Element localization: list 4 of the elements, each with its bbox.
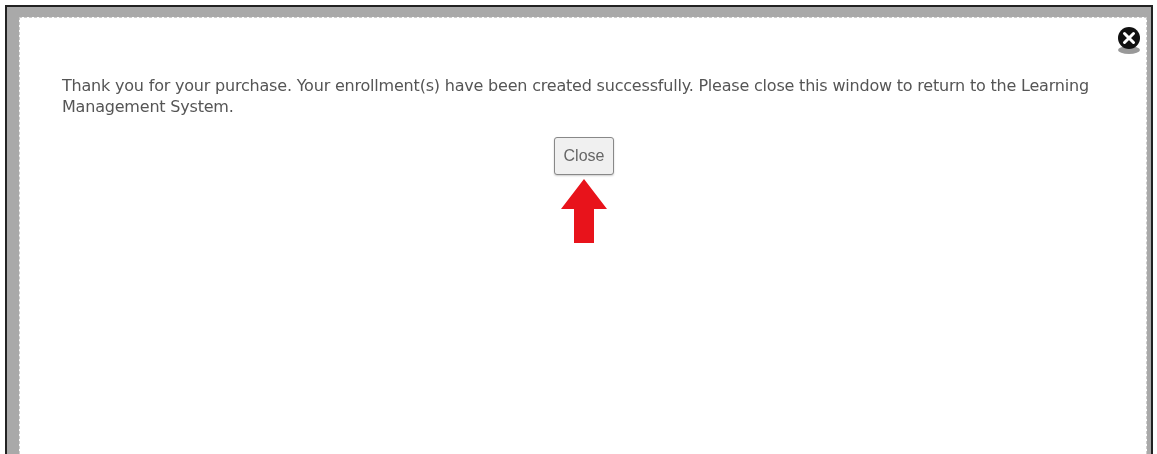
confirmation-message: Thank you for your purchase. Your enrollment(s) have been created successfully. Please close this window to return to the Learning Management System. <box>62 75 1090 117</box>
arrow-icon <box>561 179 607 243</box>
close-button[interactable]: Close <box>553 137 615 175</box>
close-icon[interactable] <box>1116 26 1142 56</box>
